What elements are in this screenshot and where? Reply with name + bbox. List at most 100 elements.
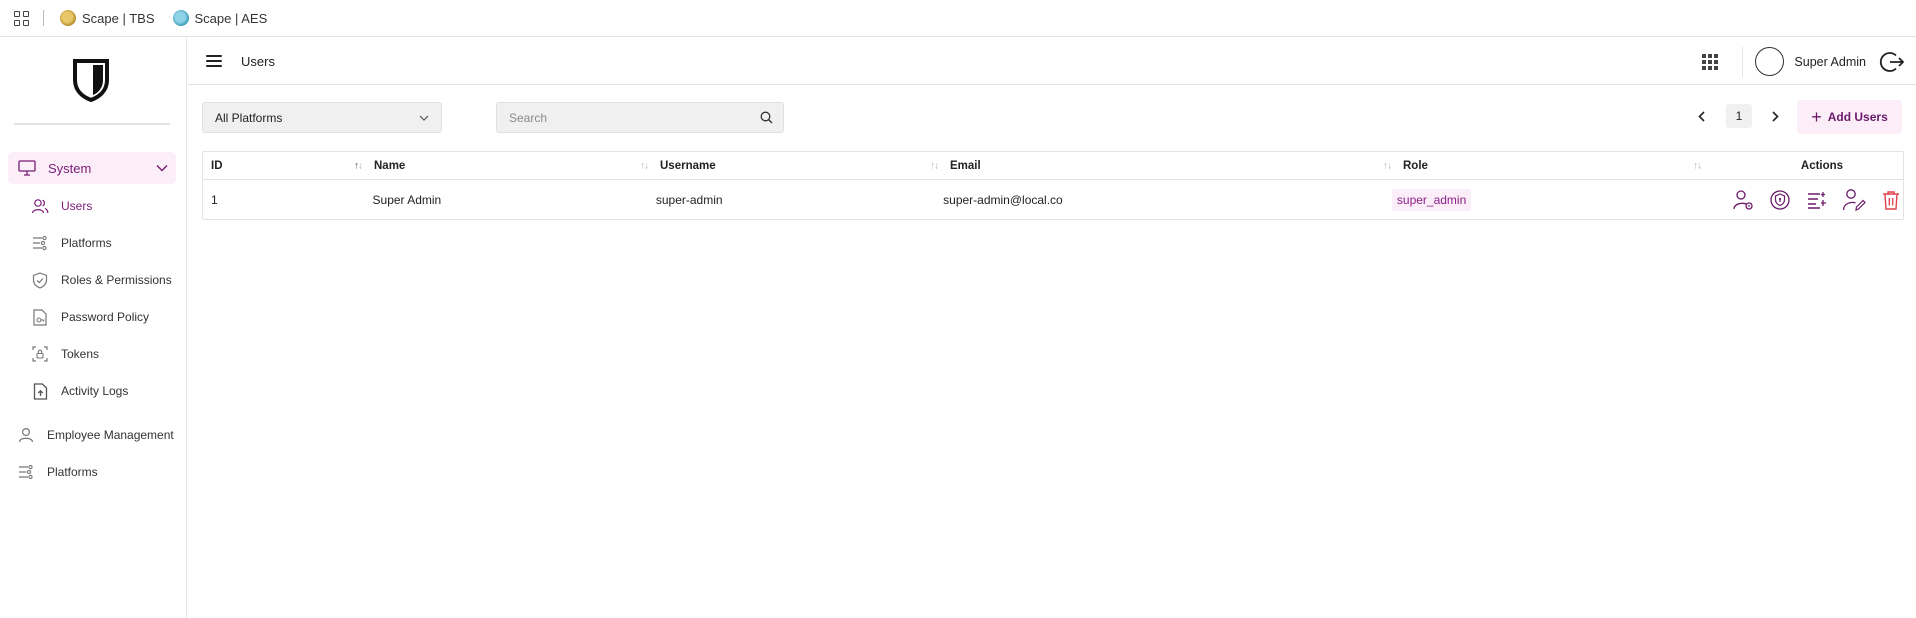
- add-users-label: Add Users: [1827, 110, 1888, 124]
- sidebar-item-label: Password Policy: [61, 310, 150, 324]
- shield-check-icon: [31, 271, 49, 289]
- next-page-button[interactable]: [1766, 110, 1784, 122]
- column-label: Email: [950, 159, 981, 172]
- cell-actions: [1691, 180, 1903, 219]
- sidebar-item-label: Roles & Permissions: [61, 273, 172, 287]
- column-label: Name: [374, 159, 406, 172]
- user-menu[interactable]: Super Admin: [1742, 46, 1866, 77]
- header-right: Super Admin: [1702, 38, 1916, 85]
- shield-logo-icon[interactable]: [72, 58, 110, 102]
- column-label: ID: [211, 159, 223, 172]
- bookmark-scape-tbs[interactable]: Scape | TBS: [60, 10, 155, 26]
- add-users-button[interactable]: + Add Users: [1797, 100, 1902, 134]
- hamburger-menu-icon[interactable]: [206, 55, 222, 67]
- monitor-icon: [18, 160, 36, 176]
- row-actions: [1731, 188, 1903, 212]
- sort-icon[interactable]: ↑↓: [354, 160, 363, 171]
- sort-icon[interactable]: ↑↓: [930, 160, 939, 171]
- current-page[interactable]: 1: [1726, 104, 1752, 128]
- column-label: Actions: [1800, 159, 1844, 172]
- list-settings-icon: [31, 234, 49, 252]
- cell-email: super-admin@local.co: [943, 192, 1063, 207]
- apps-grid-icon[interactable]: [14, 10, 29, 26]
- sidebar-item-tokens[interactable]: Tokens: [31, 343, 99, 365]
- app-launcher-icon[interactable]: [1702, 53, 1719, 70]
- chevron-right-icon: [1771, 110, 1779, 122]
- user-gear-icon: [1733, 189, 1753, 210]
- sidebar-item-platforms[interactable]: Platforms: [31, 232, 112, 254]
- sidebar-item-activity-logs[interactable]: Activity Logs: [31, 380, 128, 402]
- delete-user-button[interactable]: [1879, 188, 1903, 212]
- column-header-role[interactable]: Role ↑↓: [1395, 152, 1705, 179]
- sidebar-divider: [14, 123, 170, 125]
- sidebar-item-system[interactable]: System: [8, 152, 176, 184]
- column-header-email[interactable]: Email ↑↓: [942, 152, 1395, 179]
- sidebar-item-label: Platforms: [61, 236, 112, 250]
- platform-filter-select[interactable]: All Platforms: [202, 102, 442, 133]
- table-row[interactable]: 1 Super Admin super-admin super-admin@lo…: [203, 180, 1903, 219]
- search-input[interactable]: [509, 110, 760, 125]
- list-settings-icon: [1808, 191, 1826, 209]
- sort-icon[interactable]: ↑↓: [1383, 160, 1392, 171]
- cell-role: super_admin: [1384, 180, 1691, 219]
- sort-icon[interactable]: ↑↓: [1693, 160, 1702, 171]
- scape-aes-favicon-icon: [172, 10, 189, 26]
- column-label: Role: [1403, 159, 1428, 172]
- platform-filter-value: All Platforms: [215, 110, 283, 125]
- page-title: Users: [241, 53, 275, 69]
- sidebar-item-password-policy[interactable]: Password Policy: [31, 306, 149, 328]
- edit-user-button[interactable]: [1842, 188, 1866, 212]
- search-box[interactable]: [496, 102, 784, 133]
- bookmark-label: Scape | TBS: [82, 10, 155, 26]
- role-badge: super_admin: [1391, 188, 1472, 211]
- cell-name: Super Admin: [372, 192, 442, 207]
- permissions-button[interactable]: [1768, 188, 1792, 212]
- trash-icon: [1883, 190, 1899, 210]
- top-header: Users Super Admin: [188, 38, 1916, 85]
- file-upload-icon: [31, 382, 49, 400]
- sidebar-item-label: Tokens: [61, 347, 100, 361]
- sidebar-item-users[interactable]: Users: [31, 195, 92, 217]
- avatar: [1755, 47, 1785, 76]
- person-icon: [17, 426, 35, 444]
- column-label: Username: [660, 159, 716, 172]
- logout-icon: [1879, 51, 1905, 72]
- chevron-down-icon: [419, 115, 429, 121]
- cell-id: 1: [211, 192, 218, 207]
- sidebar-item-platforms-top[interactable]: Platforms: [17, 461, 98, 483]
- column-header-username[interactable]: Username ↑↓: [652, 152, 942, 179]
- users-icon: [31, 197, 49, 215]
- shield-lock-icon: [1770, 189, 1790, 210]
- chevron-left-icon: [1697, 110, 1705, 122]
- search-icon[interactable]: [760, 111, 773, 124]
- cell-username: super-admin: [655, 192, 723, 207]
- bookmarks-bar: Scape | TBS Scape | AES: [0, 0, 1916, 37]
- plus-icon: +: [1811, 107, 1822, 127]
- sidebar-item-label: Activity Logs: [61, 384, 129, 398]
- bookmark-label: Scape | AES: [194, 10, 268, 26]
- sidebar-item-employee-management[interactable]: Employee Management: [17, 424, 174, 446]
- user-name: Super Admin: [1794, 54, 1866, 69]
- document-key-icon: [31, 308, 49, 326]
- platform-access-button[interactable]: [1805, 188, 1829, 212]
- pagination: 1: [1692, 104, 1784, 128]
- column-header-id[interactable]: ID ↑↓: [203, 152, 366, 179]
- user-settings-button[interactable]: [1731, 188, 1755, 212]
- prev-page-button[interactable]: [1692, 110, 1710, 122]
- sidebar-item-roles-permissions[interactable]: Roles & Permissions: [31, 269, 172, 291]
- bookmark-scape-aes[interactable]: Scape | AES: [172, 10, 268, 26]
- sidebar-item-label: System: [48, 160, 92, 176]
- sidebar-item-label: Platforms: [47, 465, 98, 479]
- users-table: ID ↑↓ Name ↑↓ Username ↑↓ Email ↑↓ Role …: [202, 151, 1904, 220]
- list-settings-icon: [17, 463, 35, 481]
- sort-icon[interactable]: ↑↓: [640, 160, 649, 171]
- logout-button[interactable]: [1878, 48, 1906, 76]
- bookmark-separator: [43, 10, 44, 26]
- sidebar-item-label: Users: [61, 199, 93, 213]
- user-edit-icon: [1842, 188, 1866, 211]
- table-header: ID ↑↓ Name ↑↓ Username ↑↓ Email ↑↓ Role …: [203, 152, 1903, 180]
- column-header-actions: Actions: [1705, 152, 1903, 179]
- column-header-name[interactable]: Name ↑↓: [366, 152, 652, 179]
- sidebar-item-label: Employee Management: [47, 428, 174, 442]
- scape-tbs-favicon-icon: [60, 10, 76, 26]
